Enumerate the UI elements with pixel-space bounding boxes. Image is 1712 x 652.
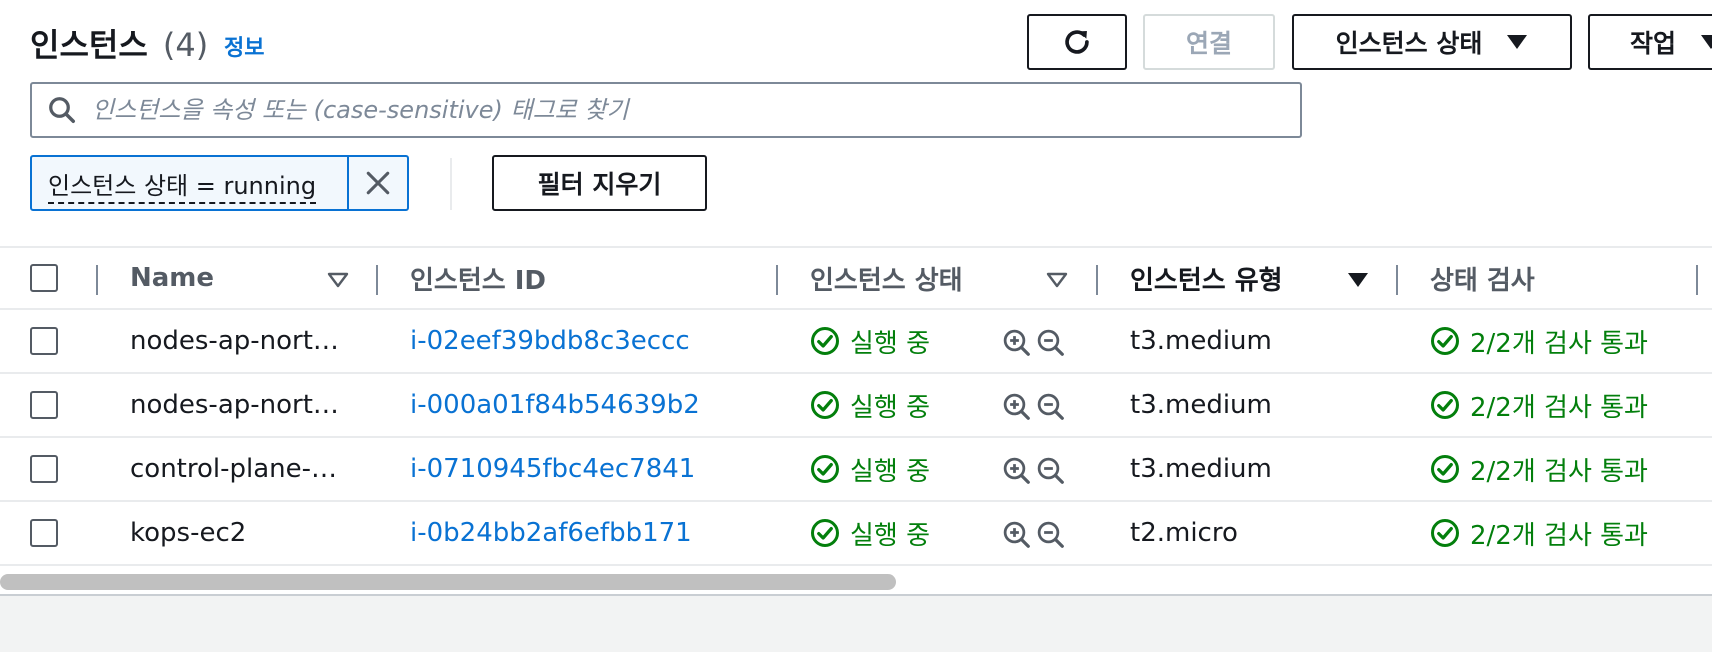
select-all-checkbox[interactable] xyxy=(30,264,58,292)
column-header-name[interactable]: Name xyxy=(130,248,214,308)
check-circle-icon xyxy=(810,326,840,356)
row-checkbox[interactable] xyxy=(30,391,58,419)
zoom-out-icon[interactable] xyxy=(1036,456,1066,486)
zoom-in-icon[interactable] xyxy=(1002,520,1032,550)
page-title: 인스턴스 (4) xyxy=(30,20,208,66)
zoom-in-icon[interactable] xyxy=(1002,392,1032,422)
actions-dropdown-label: 작업 xyxy=(1630,29,1677,58)
info-link[interactable]: 정보 xyxy=(224,30,264,62)
instance-id-link[interactable]: i-000a01f84b54639b2 xyxy=(410,374,700,436)
state-zoom-controls xyxy=(1002,456,1066,486)
zoom-in-icon[interactable] xyxy=(1002,456,1032,486)
instance-state-dropdown[interactable]: 인스턴스 상태 xyxy=(1292,14,1572,70)
check-circle-icon xyxy=(1430,518,1460,548)
column-header-instance-state[interactable]: 인스턴스 상태 xyxy=(810,248,963,308)
instance-type: t2.micro xyxy=(1130,518,1238,548)
horizontal-scrollbar[interactable] xyxy=(0,574,896,590)
table-row[interactable]: nodes-ap-nort… i-000a01f84b54639b2 실행 중 xyxy=(0,374,1712,438)
row-checkbox[interactable] xyxy=(30,327,58,355)
instance-state: 실행 중 xyxy=(810,502,930,564)
instance-state: 실행 중 xyxy=(810,310,930,372)
instance-state: 실행 중 xyxy=(810,438,930,500)
check-circle-icon xyxy=(810,454,840,484)
column-header-status-check[interactable]: 상태 검사 xyxy=(1430,248,1535,308)
instance-state-text: 실행 중 xyxy=(850,392,931,423)
column-header-instance-id[interactable]: 인스턴스 ID xyxy=(410,248,546,308)
filter-token[interactable]: 인스턴스 상태 = running xyxy=(30,155,409,211)
status-check-text: 2/2개 검사 통과 xyxy=(1470,456,1648,487)
status-check: 2/2개 검사 통과 xyxy=(1430,374,1648,436)
sort-icon[interactable] xyxy=(327,272,349,288)
instances-panel: 인스턴스 (4) 정보 연결 인스턴스 상태 작업 인스턴스 상태 = xyxy=(0,0,1712,596)
search-icon xyxy=(32,95,92,125)
instance-name: control-plane-… xyxy=(130,454,338,484)
zoom-out-icon[interactable] xyxy=(1036,392,1066,422)
state-zoom-controls xyxy=(1002,392,1066,422)
status-check-text: 2/2개 검사 통과 xyxy=(1470,328,1648,359)
refresh-icon xyxy=(1065,30,1089,54)
status-check-text: 2/2개 검사 통과 xyxy=(1470,520,1648,551)
instance-state-text: 실행 중 xyxy=(850,520,931,551)
caret-down-icon xyxy=(1507,35,1528,49)
state-zoom-controls xyxy=(1002,520,1066,550)
instance-state-dropdown-label: 인스턴스 상태 xyxy=(1335,29,1483,58)
check-circle-icon xyxy=(810,518,840,548)
column-separator xyxy=(1096,265,1098,295)
column-separator xyxy=(1696,265,1698,295)
sort-desc-icon[interactable] xyxy=(1347,272,1369,288)
column-separator xyxy=(376,265,378,295)
filter-token-label: 인스턴스 상태 = running xyxy=(32,166,347,204)
instance-name: kops-ec2 xyxy=(130,518,247,548)
row-checkbox[interactable] xyxy=(30,519,58,547)
instance-id-link[interactable]: i-0b24bb2af6efbb171 xyxy=(410,502,692,564)
filter-token-text: 인스턴스 상태 = running xyxy=(48,171,317,204)
instance-state-text: 실행 중 xyxy=(850,328,931,359)
table-row[interactable]: kops-ec2 i-0b24bb2af6efbb171 실행 중 t2.mic… xyxy=(0,502,1712,566)
filter-token-remove-button[interactable] xyxy=(347,157,407,209)
instance-type: t3.medium xyxy=(1130,326,1272,356)
page-title-text: 인스턴스 xyxy=(30,26,148,64)
instance-name: nodes-ap-nort… xyxy=(130,326,339,356)
status-check: 2/2개 검사 통과 xyxy=(1430,502,1648,564)
table-header: Name 인스턴스 ID 인스턴스 상태 인스턴스 유형 상태 검사 xyxy=(0,246,1712,310)
status-check: 2/2개 검사 통과 xyxy=(1430,438,1648,500)
sort-icon[interactable] xyxy=(1046,272,1068,288)
zoom-out-icon[interactable] xyxy=(1036,328,1066,358)
clear-filters-button[interactable]: 필터 지우기 xyxy=(492,155,707,211)
close-icon xyxy=(366,171,390,195)
connect-button[interactable]: 연결 xyxy=(1143,14,1275,70)
status-check: 2/2개 검사 통과 xyxy=(1430,310,1648,372)
zoom-out-icon[interactable] xyxy=(1036,520,1066,550)
instance-name: nodes-ap-nort… xyxy=(130,390,339,420)
refresh-button[interactable] xyxy=(1027,14,1127,70)
column-separator xyxy=(1396,265,1398,295)
actions-dropdown[interactable]: 작업 xyxy=(1588,14,1712,70)
check-circle-icon xyxy=(1430,326,1460,356)
caret-down-icon xyxy=(1701,35,1712,49)
search-bar xyxy=(30,82,1302,138)
state-zoom-controls xyxy=(1002,328,1066,358)
search-input[interactable] xyxy=(92,84,1300,136)
instance-count: (4) xyxy=(162,26,209,64)
instance-state-text: 실행 중 xyxy=(850,456,931,487)
check-circle-icon xyxy=(1430,390,1460,420)
row-checkbox[interactable] xyxy=(30,455,58,483)
check-circle-icon xyxy=(1430,454,1460,484)
table-row[interactable]: nodes-ap-nort… i-02eef39bdb8c3eccc 실행 중 xyxy=(0,310,1712,374)
filter-divider xyxy=(450,158,452,210)
column-header-instance-type[interactable]: 인스턴스 유형 xyxy=(1130,248,1283,308)
column-separator xyxy=(96,265,98,295)
table-row[interactable]: control-plane-… i-0710945fbc4ec7841 실행 중 xyxy=(0,438,1712,502)
instance-type: t3.medium xyxy=(1130,390,1272,420)
zoom-in-icon[interactable] xyxy=(1002,328,1032,358)
status-check-text: 2/2개 검사 통과 xyxy=(1470,392,1648,423)
column-separator xyxy=(776,265,778,295)
instance-type: t3.medium xyxy=(1130,454,1272,484)
instance-id-link[interactable]: i-0710945fbc4ec7841 xyxy=(410,438,695,500)
instance-id-link[interactable]: i-02eef39bdb8c3eccc xyxy=(410,310,690,372)
instance-state: 실행 중 xyxy=(810,374,930,436)
check-circle-icon xyxy=(810,390,840,420)
